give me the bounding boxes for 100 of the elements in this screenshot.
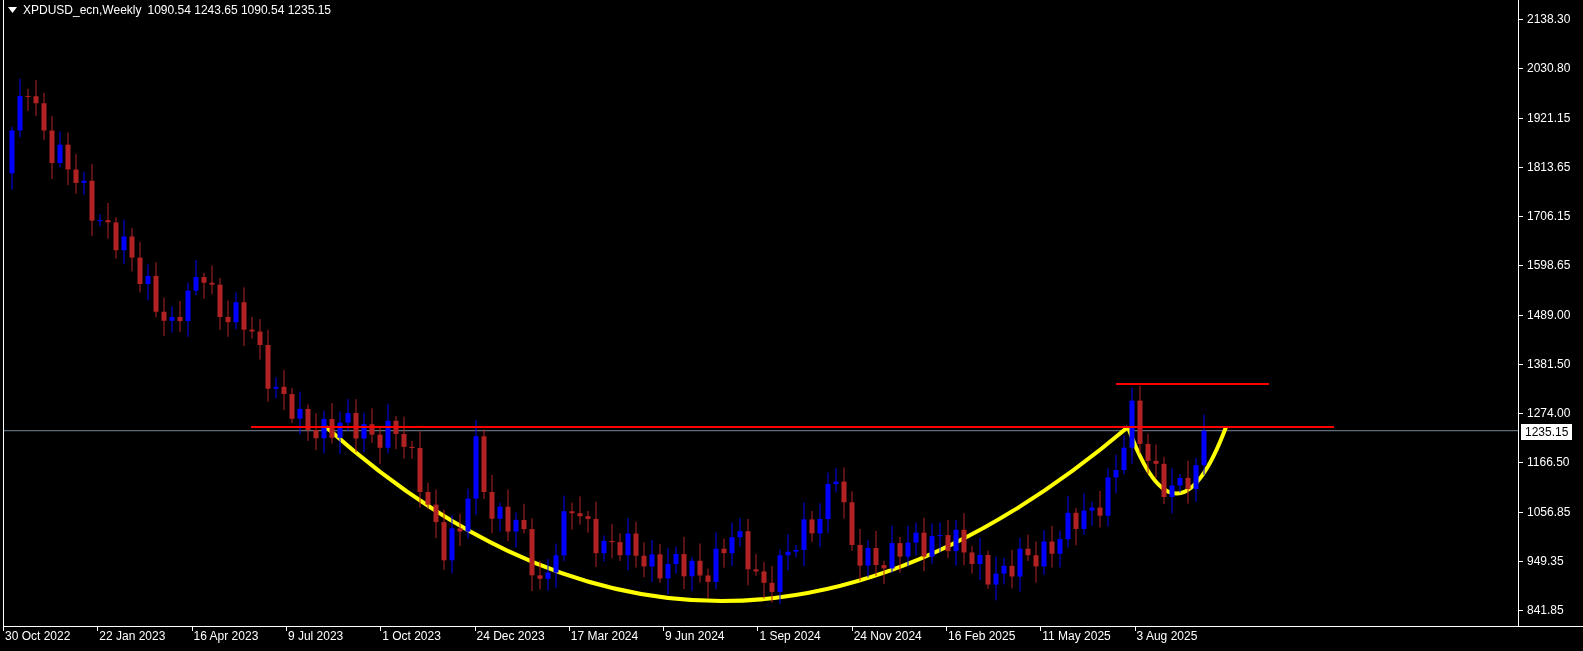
candle	[1137, 385, 1143, 454]
candle	[385, 403, 391, 454]
candle	[433, 489, 439, 539]
candle	[1041, 529, 1047, 576]
candle	[865, 539, 871, 578]
candle	[873, 530, 879, 577]
candle	[649, 539, 655, 583]
candle	[817, 502, 823, 548]
candle	[1017, 537, 1023, 593]
candle	[1025, 534, 1031, 562]
dropdown-icon[interactable]	[8, 7, 17, 13]
date-label: 22 Jan 2023	[99, 629, 166, 643]
candle	[113, 216, 119, 260]
date-label: 1 Oct 2023	[382, 629, 441, 643]
candle	[801, 501, 807, 567]
price-label: 2030.80	[1527, 61, 1571, 76]
candle	[345, 398, 351, 432]
candle	[1105, 467, 1111, 528]
candle	[225, 299, 231, 338]
candle	[905, 525, 911, 567]
candle	[49, 115, 55, 180]
candle	[33, 79, 39, 117]
candle	[497, 502, 503, 533]
candle	[561, 495, 567, 562]
candle	[1121, 434, 1127, 475]
candle	[465, 488, 471, 540]
candle	[977, 537, 983, 581]
date-label: 9 Jul 2023	[287, 629, 344, 643]
candle	[137, 241, 143, 293]
candle	[81, 171, 87, 196]
candle	[1145, 433, 1151, 475]
candle	[289, 387, 295, 424]
candle	[849, 490, 855, 552]
symbol-caption: XPDUSD_ecn,Weekly	[23, 3, 142, 17]
candle	[521, 503, 527, 534]
candle	[57, 130, 63, 168]
candle	[913, 522, 919, 556]
candle	[489, 474, 495, 534]
candle	[409, 440, 415, 460]
candle	[929, 522, 935, 565]
candle	[665, 547, 671, 596]
candle	[1081, 492, 1087, 536]
candle	[73, 153, 79, 195]
candle	[921, 517, 927, 572]
candle	[953, 519, 959, 567]
candle	[121, 219, 127, 265]
candle	[833, 467, 839, 493]
candle	[729, 522, 735, 567]
candle	[169, 305, 175, 334]
candle	[1193, 457, 1199, 503]
candle	[441, 509, 447, 571]
candle	[1065, 495, 1071, 549]
candle	[593, 501, 599, 568]
candle	[969, 545, 975, 575]
candle	[241, 286, 247, 347]
price-label: 2138.30	[1527, 12, 1571, 26]
candle	[209, 265, 215, 295]
price-label: 1056.85	[1527, 504, 1571, 519]
price-label: 1813.65	[1527, 159, 1571, 174]
candle	[449, 514, 455, 574]
candle	[601, 534, 607, 563]
candle	[233, 291, 239, 330]
candle	[9, 126, 15, 191]
candle	[569, 502, 575, 531]
candle	[937, 521, 943, 554]
date-label: 30 Oct 2022	[5, 629, 71, 643]
candle	[777, 548, 783, 605]
candle	[689, 556, 695, 592]
candle	[457, 513, 463, 547]
ohlc-values: 1090.54 1243.65 1090.54 1235.15	[147, 3, 331, 17]
candle	[945, 519, 951, 559]
candle	[577, 495, 583, 526]
candle	[1161, 456, 1167, 505]
candle	[305, 403, 311, 442]
candle	[97, 213, 103, 227]
candle	[1201, 414, 1207, 476]
candle	[721, 538, 727, 569]
candle	[17, 78, 23, 138]
candle	[393, 415, 399, 450]
candle	[513, 511, 519, 549]
candle	[377, 425, 383, 465]
date-label: 1 Sep 2024	[759, 629, 821, 643]
candle	[1097, 490, 1103, 529]
date-label: 16 Feb 2025	[948, 629, 1016, 643]
candle	[329, 402, 335, 444]
candle	[273, 376, 279, 399]
candle	[321, 410, 327, 454]
candle	[609, 523, 615, 559]
candle	[737, 517, 743, 548]
price-label: 1921.15	[1527, 110, 1571, 125]
candle	[625, 517, 631, 571]
candle	[177, 300, 183, 333]
price-label: 1598.65	[1527, 258, 1571, 273]
candle	[881, 560, 887, 585]
candle	[217, 277, 223, 331]
candle	[825, 472, 831, 534]
candle	[401, 416, 407, 460]
candle	[257, 318, 263, 361]
price-label: 1706.15	[1527, 209, 1571, 223]
candle	[857, 528, 863, 582]
